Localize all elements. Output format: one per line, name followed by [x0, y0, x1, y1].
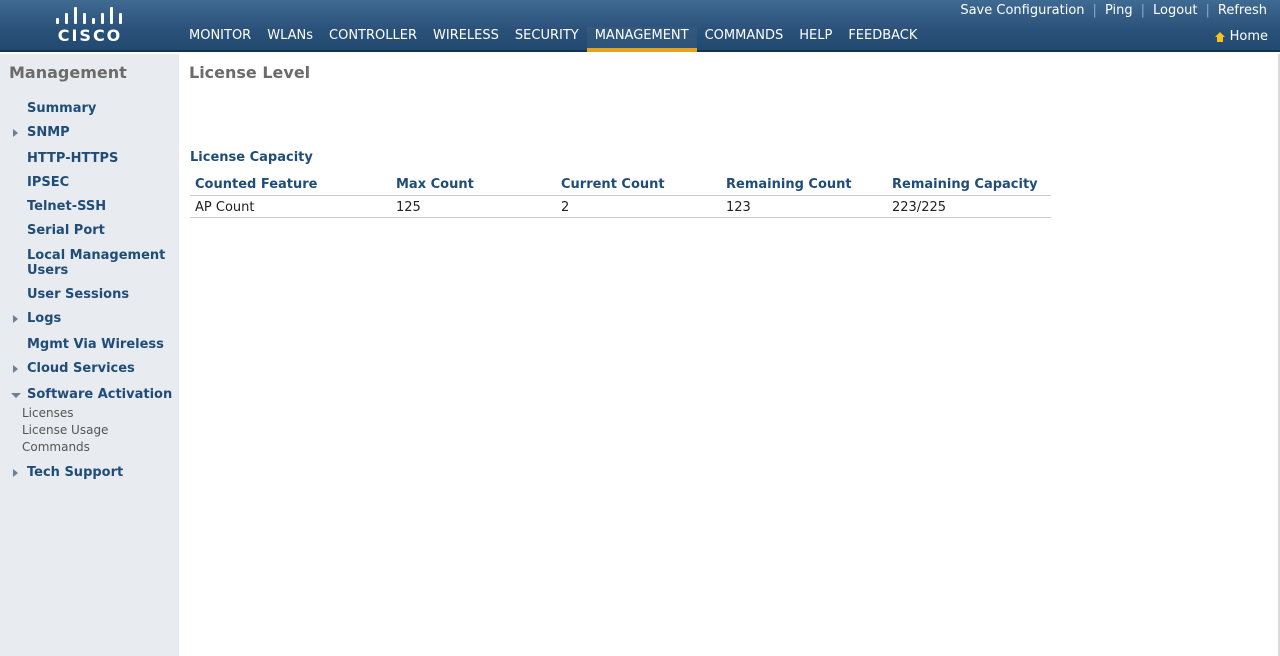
- column-header: Max Count: [396, 177, 474, 192]
- utility-links: Save Configuration | Ping | Logout | Ref…: [960, 3, 1267, 18]
- save-configuration-link[interactable]: Save Configuration: [960, 3, 1084, 18]
- sidebar-item-label-line2: Users: [27, 263, 69, 278]
- sidebar-item-summary[interactable]: Summary: [27, 101, 96, 116]
- table-cell: 223/225: [892, 200, 947, 215]
- separator: |: [1140, 3, 1145, 18]
- cisco-logo-text: CISCO: [57, 26, 123, 45]
- sidebar: Management Summary SNMP HTTP-HTTPS IPSEC…: [0, 54, 179, 656]
- nav-controller[interactable]: CONTROLLER: [321, 27, 425, 52]
- expand-arrow-icon[interactable]: [13, 469, 18, 477]
- sidebar-item-software-activation[interactable]: Software Activation: [27, 387, 172, 402]
- sidebar-item-local-management-users[interactable]: Local Management Users: [27, 248, 165, 278]
- sidebar-item-cloud-services[interactable]: Cloud Services: [27, 361, 135, 376]
- home-link[interactable]: Home: [1214, 29, 1268, 44]
- separator: |: [1092, 3, 1097, 18]
- sidebar-item-serial-port[interactable]: Serial Port: [27, 223, 105, 238]
- sidebar-subitem-licenses[interactable]: Licenses: [22, 406, 74, 420]
- table-cell: AP Count: [195, 200, 255, 215]
- table-cell: 123: [726, 200, 751, 215]
- section-title: License Capacity: [190, 150, 313, 165]
- sidebar-item-ipsec[interactable]: IPSEC: [27, 175, 69, 190]
- collapse-arrow-icon[interactable]: [11, 393, 21, 398]
- top-header: CISCO Save Configuration | Ping | Logout…: [0, 0, 1280, 52]
- expand-arrow-icon[interactable]: [13, 315, 18, 323]
- ping-link[interactable]: Ping: [1105, 3, 1133, 18]
- sidebar-item-logs[interactable]: Logs: [27, 311, 61, 326]
- column-header: Remaining Count: [726, 177, 852, 192]
- nav-monitor[interactable]: MONITOR: [181, 27, 259, 52]
- cisco-logo: CISCO: [52, 6, 128, 46]
- table-cell: 2: [561, 200, 570, 215]
- sidebar-item-snmp[interactable]: SNMP: [27, 125, 70, 140]
- home-label: Home: [1229, 29, 1268, 44]
- logout-link[interactable]: Logout: [1153, 3, 1198, 18]
- nav-security[interactable]: SECURITY: [507, 27, 587, 52]
- sidebar-item-mgmt-via-wireless[interactable]: Mgmt Via Wireless: [27, 337, 164, 352]
- sidebar-subitem-commands[interactable]: Commands: [22, 440, 90, 454]
- table-row: AP Count 125 2 123 223/225: [190, 196, 1051, 218]
- refresh-link[interactable]: Refresh: [1218, 3, 1267, 18]
- sidebar-item-http-https[interactable]: HTTP-HTTPS: [27, 151, 118, 166]
- nav-wireless[interactable]: WIRELESS: [425, 27, 507, 52]
- nav-help[interactable]: HELP: [791, 27, 840, 52]
- sidebar-item-label-line1: Local Management: [27, 248, 166, 263]
- nav-management[interactable]: MANAGEMENT: [586, 27, 697, 52]
- license-capacity-table: Counted Feature Max Count Current Count …: [190, 174, 1051, 218]
- separator: |: [1205, 3, 1210, 18]
- sidebar-item-user-sessions[interactable]: User Sessions: [27, 287, 129, 302]
- home-icon: [1214, 31, 1225, 42]
- nav-commands[interactable]: COMMANDS: [697, 27, 792, 52]
- expand-arrow-icon[interactable]: [13, 129, 18, 137]
- main-content: License Level License Capacity Counted F…: [179, 54, 1280, 656]
- sidebar-subitem-license-usage[interactable]: License Usage: [22, 423, 108, 437]
- nav-wlans[interactable]: WLANs: [259, 27, 321, 52]
- page-title: License Level: [189, 63, 311, 82]
- table-header: Counted Feature Max Count Current Count …: [190, 174, 1051, 196]
- main-nav: MONITOR WLANs CONTROLLER WIRELESS SECURI…: [181, 27, 925, 52]
- sidebar-item-telnet-ssh[interactable]: Telnet-SSH: [27, 199, 106, 214]
- sidebar-item-tech-support[interactable]: Tech Support: [27, 465, 123, 480]
- column-header: Current Count: [561, 177, 665, 192]
- table-cell: 125: [396, 200, 421, 215]
- column-header: Remaining Capacity: [892, 177, 1038, 192]
- sidebar-title: Management: [9, 63, 127, 82]
- nav-feedback[interactable]: FEEDBACK: [840, 27, 925, 52]
- cisco-logo-bars-icon: [56, 6, 124, 24]
- expand-arrow-icon[interactable]: [13, 365, 18, 373]
- column-header: Counted Feature: [195, 177, 318, 192]
